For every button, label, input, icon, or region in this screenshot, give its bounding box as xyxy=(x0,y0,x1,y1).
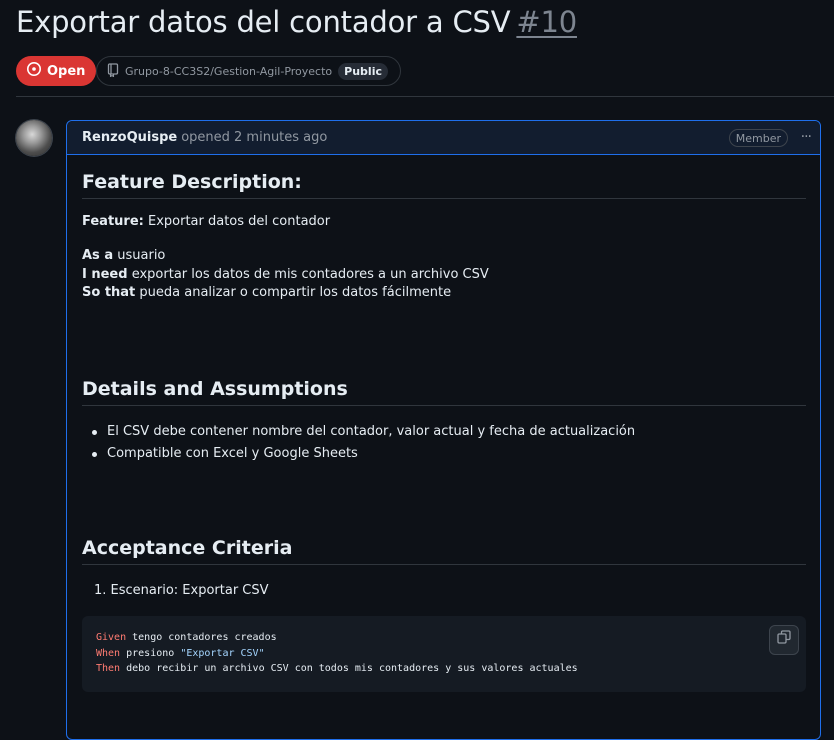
issue-title-text: Exportar datos del contador a CSV xyxy=(16,5,511,39)
code-text: tengo contadores creados xyxy=(126,632,277,643)
issue-opened-icon xyxy=(26,61,42,81)
issue-state-label: Open xyxy=(47,63,86,79)
feature-text: Exportar datos del contador xyxy=(147,214,331,229)
header-divider xyxy=(16,96,834,97)
code-keyword: Given xyxy=(96,632,127,643)
comment-author[interactable]: RenzoQuispe xyxy=(82,130,177,145)
comment-meta[interactable]: opened 2 minutes ago xyxy=(181,130,327,145)
list-item: Compatible con Excel y Google Sheets xyxy=(82,443,635,465)
member-badge: Member xyxy=(728,129,788,147)
so-that-text: pueda analizar o compartir los datos fác… xyxy=(139,285,452,300)
avatar[interactable] xyxy=(16,120,52,156)
code-keyword: When xyxy=(96,647,121,659)
i-need-text: exportar los datos de mis contadores a u… xyxy=(131,266,489,282)
list-item: 1. Escenario: Exportar CSV xyxy=(82,580,269,602)
list-marker: 1. xyxy=(94,583,107,598)
feature-label: Feature: xyxy=(82,214,144,229)
copy-icon xyxy=(777,630,791,650)
code-line: Given tengo contadores creados xyxy=(96,630,792,646)
i-need-label: I need xyxy=(82,266,128,282)
issue-number-link[interactable]: #10 xyxy=(516,5,577,39)
issue-comment: RenzoQuispe opened 2 minutes ago Member … xyxy=(66,120,821,740)
list-item-text: Escenario: Exportar CSV xyxy=(110,583,269,598)
details-heading: Details and Assumptions xyxy=(82,378,806,406)
issue-state-badge: Open xyxy=(16,56,97,86)
list-item: El CSV debe contener nombre del contador… xyxy=(82,421,635,443)
feature-line: Feature: Exportar datos del contador xyxy=(82,213,330,232)
kebab-horizontal-icon[interactable]: ··· xyxy=(801,130,812,144)
repo-pill[interactable]: Grupo-8-CC3S2/Gestion-Agil-Proyecto Publ… xyxy=(96,56,401,86)
as-a-text: usuario xyxy=(117,248,166,263)
feature-heading: Feature Description: xyxy=(82,171,806,199)
user-story: As a usuario I need exportar los datos d… xyxy=(82,247,489,303)
code-line: Then debo recibir un archivo CSV con tod… xyxy=(96,661,792,677)
so-that-label: So that xyxy=(82,285,136,300)
code-line: When presiono "Exportar CSV" xyxy=(96,646,792,662)
acceptance-heading: Acceptance Criteria xyxy=(82,537,806,565)
code-string: "Exportar CSV" xyxy=(180,647,265,659)
repo-icon xyxy=(107,62,119,80)
code-keyword: Then xyxy=(96,663,121,674)
acceptance-list: 1. Escenario: Exportar CSV xyxy=(82,580,269,602)
comment-header: RenzoQuispe opened 2 minutes ago Member … xyxy=(67,121,820,155)
code-block: Given tengo contadores creados When pres… xyxy=(82,616,806,692)
repo-name[interactable]: Grupo-8-CC3S2/Gestion-Agil-Proyecto xyxy=(125,65,332,78)
visibility-badge: Public xyxy=(338,62,388,80)
code-text: presiono xyxy=(120,647,181,659)
issue-title: Exportar datos del contador a CSV #10 xyxy=(16,5,577,39)
as-a-label: As a xyxy=(82,248,114,263)
copy-button[interactable] xyxy=(769,625,799,655)
details-list: El CSV debe contener nombre del contador… xyxy=(82,421,635,465)
code-text: debo recibir un archivo CSV con todos mi… xyxy=(120,663,578,674)
